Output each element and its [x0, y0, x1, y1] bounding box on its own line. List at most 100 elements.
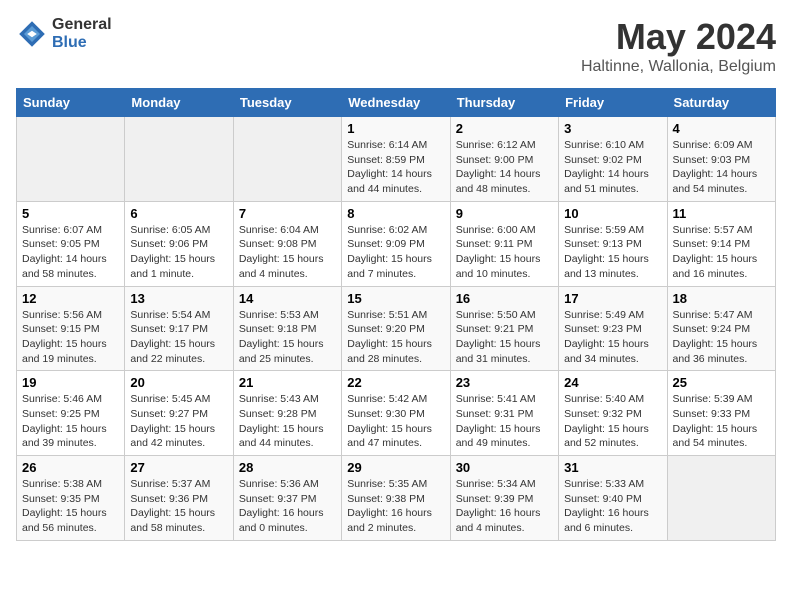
day-number: 23: [456, 375, 553, 390]
weekday-header-sunday: Sunday: [17, 89, 125, 117]
day-info: Sunrise: 6:12 AMSunset: 9:00 PMDaylight:…: [456, 138, 553, 197]
weekday-header-wednesday: Wednesday: [342, 89, 450, 117]
day-info: Sunrise: 5:45 AMSunset: 9:27 PMDaylight:…: [130, 392, 227, 451]
calendar-cell: 3 Sunrise: 6:10 AMSunset: 9:02 PMDaylight…: [559, 117, 667, 202]
day-info: Sunrise: 6:05 AMSunset: 9:06 PMDaylight:…: [130, 223, 227, 282]
day-number: 15: [347, 291, 444, 306]
day-info: Sunrise: 5:34 AMSunset: 9:39 PMDaylight:…: [456, 477, 553, 536]
calendar-cell: 13 Sunrise: 5:54 AMSunset: 9:17 PMDayligh…: [125, 286, 233, 371]
calendar-cell: 1Sunrise: 6:14 AMSunset: 8:59 PMDaylight…: [342, 117, 450, 202]
day-number: 18: [673, 291, 770, 306]
calendar-cell: 29Sunrise: 5:35 AMSunset: 9:38 PMDayligh…: [342, 456, 450, 541]
day-info: Sunrise: 6:00 AMSunset: 9:11 PMDaylight:…: [456, 223, 553, 282]
day-number: 14: [239, 291, 336, 306]
calendar-cell: [125, 117, 233, 202]
day-number: 29: [347, 460, 444, 475]
calendar-cell: 26Sunrise: 5:38 AMSunset: 9:35 PMDayligh…: [17, 456, 125, 541]
calendar-row-1: 5Sunrise: 6:07 AMSunset: 9:05 PMDaylight…: [17, 201, 776, 286]
calendar-cell: 14 Sunrise: 5:53 AMSunset: 9:18 PMDayligh…: [233, 286, 341, 371]
weekday-header-thursday: Thursday: [450, 89, 558, 117]
day-number: 12: [22, 291, 119, 306]
day-number: 16: [456, 291, 553, 306]
weekday-header-row: SundayMondayTuesdayWednesdayThursdayFrid…: [17, 89, 776, 117]
day-number: 4: [673, 121, 770, 136]
day-number: 31: [564, 460, 661, 475]
day-number: 24: [564, 375, 661, 390]
day-info: Sunrise: 5:53 AMSunset: 9:18 PMDaylight:…: [239, 308, 336, 367]
day-number: 20: [130, 375, 227, 390]
day-number: 30: [456, 460, 553, 475]
day-info: Sunrise: 5:46 AMSunset: 9:25 PMDaylight:…: [22, 392, 119, 451]
day-number: 26: [22, 460, 119, 475]
calendar-cell: 11Sunrise: 5:57 AMSunset: 9:14 PMDayligh…: [667, 201, 775, 286]
day-number: 6: [130, 206, 227, 221]
calendar-cell: 6 Sunrise: 6:05 AMSunset: 9:06 PMDaylight…: [125, 201, 233, 286]
weekday-header-friday: Friday: [559, 89, 667, 117]
calendar-cell: 5Sunrise: 6:07 AMSunset: 9:05 PMDaylight…: [17, 201, 125, 286]
day-info: Sunrise: 6:02 AMSunset: 9:09 PMDaylight:…: [347, 223, 444, 282]
calendar-table: SundayMondayTuesdayWednesdayThursdayFrid…: [16, 88, 776, 541]
day-info: Sunrise: 5:37 AMSunset: 9:36 PMDaylight:…: [130, 477, 227, 536]
page-header: General Blue May 2024 Haltinne, Wallonia…: [16, 16, 776, 76]
calendar-cell: 17 Sunrise: 5:49 AMSunset: 9:23 PMDayligh…: [559, 286, 667, 371]
calendar-cell: 10 Sunrise: 5:59 AMSunset: 9:13 PMDayligh…: [559, 201, 667, 286]
calendar-cell: 2Sunrise: 6:12 AMSunset: 9:00 PMDaylight…: [450, 117, 558, 202]
calendar-cell: 30 Sunrise: 5:34 AMSunset: 9:39 PMDayligh…: [450, 456, 558, 541]
day-number: 13: [130, 291, 227, 306]
calendar-cell: 16 Sunrise: 5:50 AMSunset: 9:21 PMDayligh…: [450, 286, 558, 371]
day-number: 8: [347, 206, 444, 221]
day-number: 21: [239, 375, 336, 390]
logo: General Blue: [16, 16, 112, 51]
calendar-cell: 31 Sunrise: 5:33 AMSunset: 9:40 PMDayligh…: [559, 456, 667, 541]
day-info: Sunrise: 5:39 AMSunset: 9:33 PMDaylight:…: [673, 392, 770, 451]
day-info: Sunrise: 5:42 AMSunset: 9:30 PMDaylight:…: [347, 392, 444, 451]
day-info: Sunrise: 6:10 AMSunset: 9:02 PMDaylight:…: [564, 138, 661, 197]
weekday-header-tuesday: Tuesday: [233, 89, 341, 117]
day-info: Sunrise: 5:36 AMSunset: 9:37 PMDaylight:…: [239, 477, 336, 536]
calendar-row-0: 1Sunrise: 6:14 AMSunset: 8:59 PMDaylight…: [17, 117, 776, 202]
day-info: Sunrise: 5:40 AMSunset: 9:32 PMDaylight:…: [564, 392, 661, 451]
calendar-cell: [17, 117, 125, 202]
day-info: Sunrise: 6:07 AMSunset: 9:05 PMDaylight:…: [22, 223, 119, 282]
logo-icon: [16, 18, 48, 50]
calendar-cell: 4 Sunrise: 6:09 AMSunset: 9:03 PMDaylight…: [667, 117, 775, 202]
calendar-cell: 8 Sunrise: 6:02 AMSunset: 9:09 PMDaylight…: [342, 201, 450, 286]
day-info: Sunrise: 5:54 AMSunset: 9:17 PMDaylight:…: [130, 308, 227, 367]
calendar-cell: 20 Sunrise: 5:45 AMSunset: 9:27 PMDayligh…: [125, 371, 233, 456]
day-info: Sunrise: 6:09 AMSunset: 9:03 PMDaylight:…: [673, 138, 770, 197]
logo-text: General Blue: [52, 16, 112, 51]
calendar-cell: [667, 456, 775, 541]
day-number: 3: [564, 121, 661, 136]
day-number: 10: [564, 206, 661, 221]
calendar-row-4: 26Sunrise: 5:38 AMSunset: 9:35 PMDayligh…: [17, 456, 776, 541]
logo-blue: Blue: [52, 34, 112, 52]
calendar-cell: 12 Sunrise: 5:56 AMSunset: 9:15 PMDayligh…: [17, 286, 125, 371]
calendar-cell: 21 Sunrise: 5:43 AMSunset: 9:28 PMDayligh…: [233, 371, 341, 456]
calendar-cell: 24 Sunrise: 5:40 AMSunset: 9:32 PMDayligh…: [559, 371, 667, 456]
day-number: 9: [456, 206, 553, 221]
calendar-cell: 22Sunrise: 5:42 AMSunset: 9:30 PMDayligh…: [342, 371, 450, 456]
day-info: Sunrise: 5:50 AMSunset: 9:21 PMDaylight:…: [456, 308, 553, 367]
day-info: Sunrise: 5:51 AMSunset: 9:20 PMDaylight:…: [347, 308, 444, 367]
calendar-row-3: 19Sunrise: 5:46 AMSunset: 9:25 PMDayligh…: [17, 371, 776, 456]
day-info: Sunrise: 5:33 AMSunset: 9:40 PMDaylight:…: [564, 477, 661, 536]
day-number: 17: [564, 291, 661, 306]
calendar-cell: 18 Sunrise: 5:47 AMSunset: 9:24 PMDayligh…: [667, 286, 775, 371]
calendar-cell: 27 Sunrise: 5:37 AMSunset: 9:36 PMDayligh…: [125, 456, 233, 541]
day-info: Sunrise: 6:14 AMSunset: 8:59 PMDaylight:…: [347, 138, 444, 197]
day-info: Sunrise: 5:41 AMSunset: 9:31 PMDaylight:…: [456, 392, 553, 451]
day-info: Sunrise: 6:04 AMSunset: 9:08 PMDaylight:…: [239, 223, 336, 282]
day-number: 27: [130, 460, 227, 475]
calendar-cell: 9 Sunrise: 6:00 AMSunset: 9:11 PMDaylight…: [450, 201, 558, 286]
day-info: Sunrise: 5:47 AMSunset: 9:24 PMDaylight:…: [673, 308, 770, 367]
day-number: 28: [239, 460, 336, 475]
calendar-cell: 15 Sunrise: 5:51 AMSunset: 9:20 PMDayligh…: [342, 286, 450, 371]
day-info: Sunrise: 5:57 AMSunset: 9:14 PMDaylight:…: [673, 223, 770, 282]
logo-general: General: [52, 16, 112, 34]
day-info: Sunrise: 5:56 AMSunset: 9:15 PMDaylight:…: [22, 308, 119, 367]
day-info: Sunrise: 5:59 AMSunset: 9:13 PMDaylight:…: [564, 223, 661, 282]
main-title: May 2024: [581, 16, 776, 58]
day-info: Sunrise: 5:43 AMSunset: 9:28 PMDaylight:…: [239, 392, 336, 451]
day-number: 25: [673, 375, 770, 390]
day-info: Sunrise: 5:49 AMSunset: 9:23 PMDaylight:…: [564, 308, 661, 367]
